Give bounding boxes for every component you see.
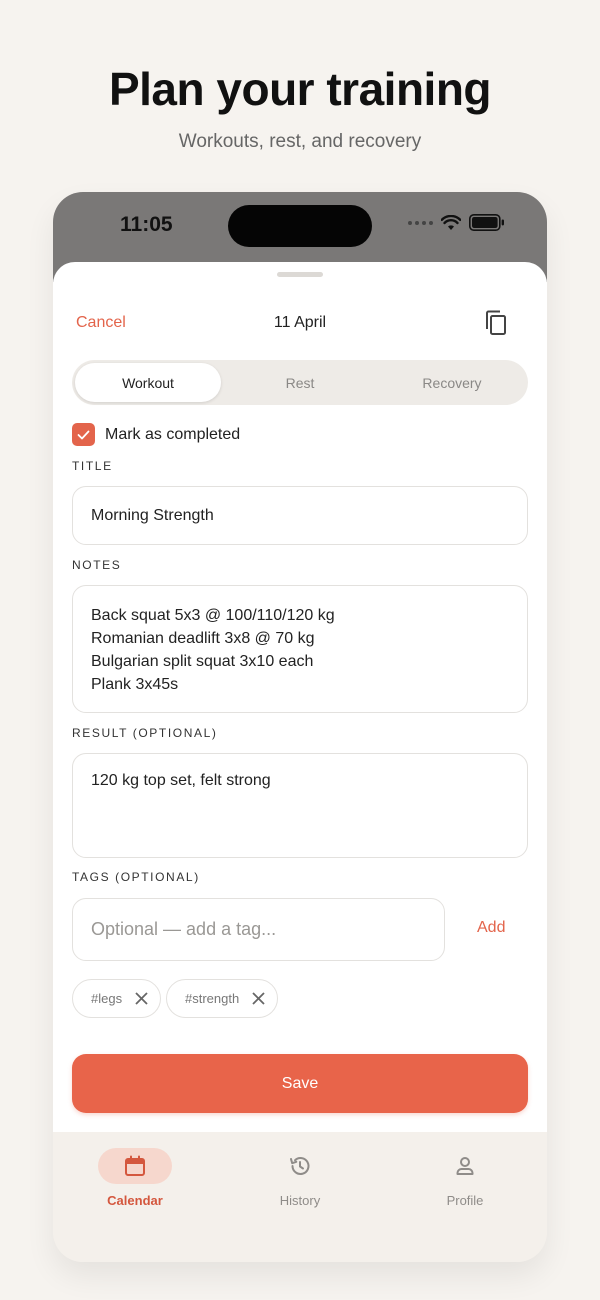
- sheet-date-title: 11 April: [273, 314, 327, 331]
- title-value: Morning Strength: [91, 506, 214, 524]
- history-icon: [290, 1157, 310, 1175]
- tab-profile-icon-wrap: [428, 1148, 502, 1184]
- remove-tag-icon[interactable]: [239, 980, 277, 1017]
- completed-checkbox[interactable]: [72, 423, 95, 446]
- calendar-icon: [125, 1155, 145, 1176]
- tag-chip-label: #strength: [185, 991, 240, 1006]
- status-icons: [408, 214, 505, 231]
- segment-recovery[interactable]: Recovery: [379, 363, 525, 402]
- marketing-headline: Plan your training: [108, 63, 492, 115]
- workout-editor-sheet: Cancel 11 April Workout Rest Recovery Ma…: [53, 262, 547, 1132]
- tab-history-icon-wrap: [263, 1148, 337, 1184]
- sheet-grabber[interactable]: [277, 272, 323, 277]
- add-tag-button[interactable]: Add: [477, 919, 505, 937]
- notes-textarea[interactable]: Back squat 5x3 @ 100/110/120 kg Romanian…: [72, 585, 528, 713]
- tab-history-label: History: [279, 1193, 321, 1208]
- tag-chip-label: #legs: [91, 991, 123, 1006]
- completed-row: Mark as completed: [72, 423, 240, 446]
- save-button[interactable]: Save: [72, 1054, 528, 1113]
- signal-dots-icon: [408, 220, 433, 225]
- tab-calendar-icon-wrap: [98, 1148, 172, 1184]
- status-time: 11:05: [120, 213, 173, 236]
- remove-tag-icon[interactable]: [122, 980, 160, 1017]
- battery-icon: [469, 214, 504, 231]
- copy-icon[interactable]: [482, 308, 510, 338]
- notes-line: Back squat 5x3 @ 100/110/120 kg: [91, 607, 335, 624]
- type-segmented-control: Workout Rest Recovery: [72, 360, 528, 405]
- wifi-icon: [441, 214, 461, 230]
- tags-label: TAGS (OPTIONAL): [72, 870, 200, 884]
- tab-profile-label: Profile: [446, 1193, 484, 1208]
- dynamic-island: [228, 205, 372, 247]
- segment-workout[interactable]: Workout: [75, 363, 221, 402]
- marketing-subheadline: Workouts, rest, and recovery: [178, 131, 422, 152]
- tab-profile[interactable]: Profile: [405, 1148, 525, 1208]
- tag-input-placeholder: Optional — add a tag...: [91, 919, 277, 939]
- phone-frame: 11:05 Cancel 11 April Workout Rest Recov…: [53, 192, 547, 1262]
- tab-bar: Calendar History Profile: [53, 1132, 547, 1262]
- result-label: RESULT (OPTIONAL): [72, 726, 218, 740]
- tab-calendar[interactable]: Calendar: [75, 1148, 195, 1208]
- tab-history[interactable]: History: [240, 1148, 360, 1208]
- profile-icon: [456, 1157, 474, 1175]
- title-input[interactable]: Morning Strength: [72, 486, 528, 545]
- notes-line: Bulgarian split squat 3x10 each: [91, 653, 314, 670]
- completed-label: Mark as completed: [105, 425, 241, 443]
- tag-chip: #legs: [72, 979, 162, 1018]
- result-value: 120 kg top set, felt strong: [91, 772, 271, 789]
- tag-input[interactable]: Optional — add a tag...: [72, 898, 445, 961]
- notes-line: Plank 3x45s: [91, 676, 179, 693]
- tag-chip: #strength: [166, 979, 279, 1018]
- notes-label: NOTES: [72, 558, 122, 572]
- tab-calendar-label: Calendar: [107, 1193, 163, 1208]
- notes-line: Romanian deadlift 3x8 @ 70 kg: [91, 630, 315, 647]
- result-textarea[interactable]: 120 kg top set, felt strong: [72, 753, 528, 858]
- title-label: TITLE: [72, 459, 113, 473]
- checkmark-icon: [77, 430, 90, 439]
- segment-rest[interactable]: Rest: [227, 363, 373, 402]
